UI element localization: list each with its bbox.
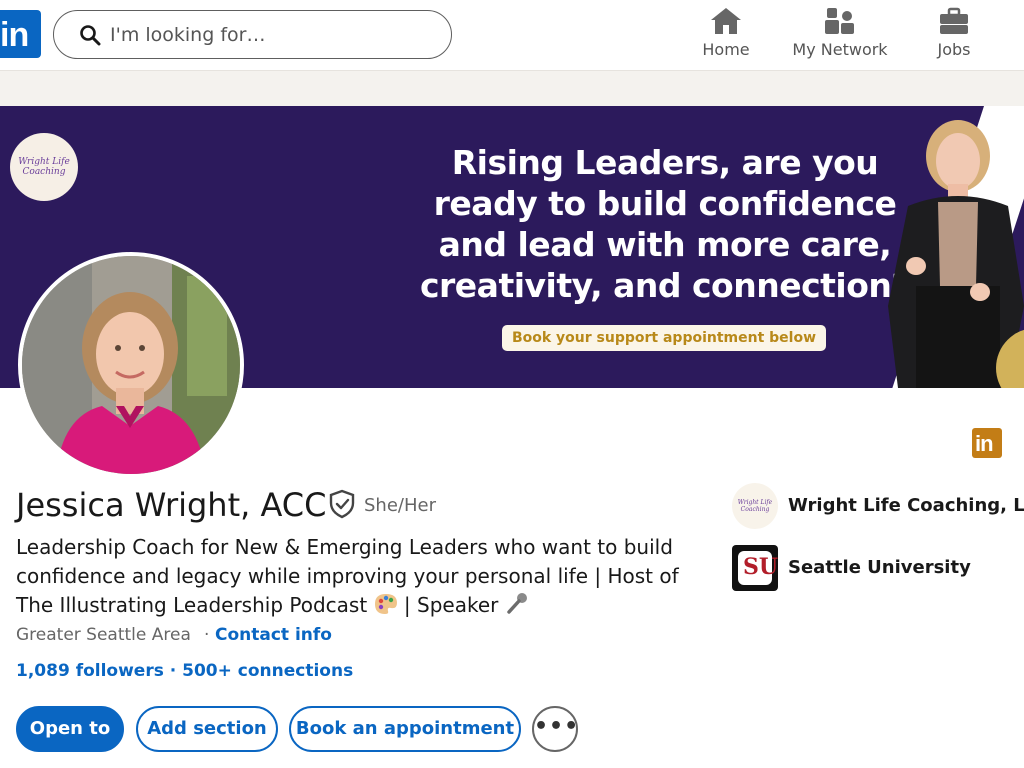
separator-dot: · (204, 625, 210, 645)
headline-line: confidence and legacy while improving yo… (16, 564, 679, 588)
page-background-strip (0, 70, 1024, 106)
verified-shield-icon[interactable] (328, 489, 356, 519)
more-icon: ••• (534, 714, 580, 739)
banner-person-image (888, 120, 1024, 388)
briefcase-icon (940, 7, 968, 34)
banner-headline-line: and lead with more care, (438, 225, 892, 264)
profile-photo[interactable] (18, 252, 244, 478)
more-actions-button[interactable]: ••• (532, 706, 578, 752)
nav-jobs[interactable]: Jobs (932, 6, 976, 59)
profile-pronouns: She/Her (364, 495, 436, 516)
banner-badge-text: Wright Life Coaching (18, 157, 70, 177)
banner-brand-badge: Wright Life Coaching (10, 133, 78, 201)
book-appointment-button[interactable]: Book an appointment (289, 706, 521, 752)
banner-headline-line: creativity, and connection? (419, 266, 911, 305)
linkedin-badge-icon[interactable]: in (972, 428, 1002, 458)
top-nav: in Home My Network Jobs (0, 0, 1024, 70)
banner-headline-line: ready to build confidence (433, 184, 897, 223)
profile-photo-image (22, 256, 240, 474)
profile-headline: Leadership Coach for New & Emerging Lead… (16, 533, 706, 620)
profile-location: Greater Seattle Area (16, 625, 191, 645)
nav-home[interactable]: Home (700, 6, 752, 59)
nav-my-network[interactable]: My Network (790, 6, 890, 59)
open-to-button[interactable]: Open to (16, 706, 124, 752)
network-icon (825, 8, 854, 34)
linkedin-logo[interactable]: in (0, 10, 41, 58)
followers-connections-link[interactable]: 1,089 followers · 500+ connections (16, 661, 353, 681)
university-logo: SU (732, 545, 778, 591)
microphone-icon (506, 593, 527, 614)
nav-my-network-label: My Network (792, 40, 888, 59)
university-logo-text: SU (743, 554, 779, 580)
university-name: Seattle University (788, 557, 971, 578)
headline-speaker-text: | Speaker (403, 593, 499, 617)
company-name: Wright Life Coaching, LLC (788, 495, 1024, 516)
search-input[interactable] (110, 21, 430, 49)
company-logo: Wright Life Coaching (732, 483, 778, 529)
logo-text: in (0, 16, 29, 54)
search-icon (80, 25, 101, 46)
banner-cta: Book your support appointment below (502, 325, 826, 351)
add-section-button[interactable]: Add section (136, 706, 278, 752)
headline-line: Leadership Coach for New & Emerging Lead… (16, 535, 673, 559)
banner-headline: Rising Leaders, are you ready to build c… (400, 142, 930, 306)
headline-line-3: The Illustrating Leadership Podcast | Sp… (16, 591, 706, 620)
artist-palette-icon (374, 594, 397, 614)
search-bar[interactable] (53, 10, 452, 59)
headline-podcast-text: The Illustrating Leadership Podcast (16, 593, 368, 617)
profile-name: Jessica Wright, ACC (16, 486, 327, 524)
nav-jobs-label: Jobs (937, 40, 971, 59)
contact-info-link[interactable]: Contact info (215, 625, 332, 645)
home-icon (711, 8, 741, 34)
banner-headline-line: Rising Leaders, are you (451, 143, 879, 182)
nav-home-label: Home (702, 40, 750, 59)
linkedin-badge-text: in (975, 431, 994, 456)
company-logo-text: Wright Life Coaching (737, 499, 773, 513)
